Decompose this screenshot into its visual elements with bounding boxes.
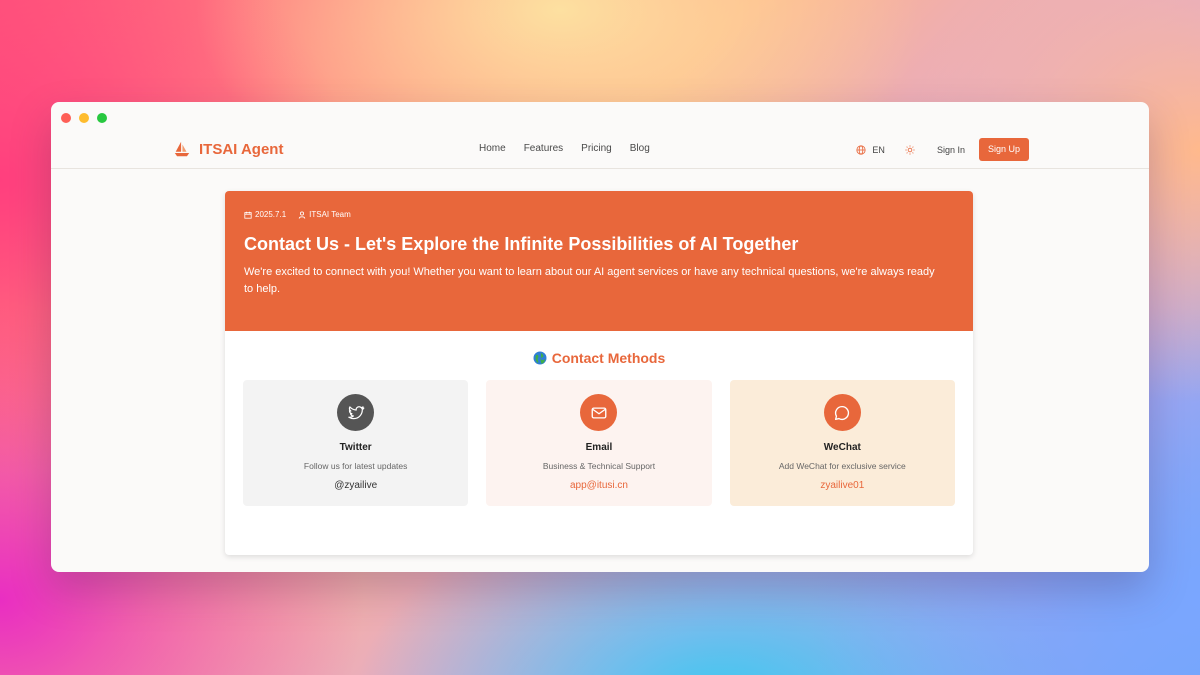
chat-bubble-icon (835, 405, 850, 420)
user-icon (298, 211, 306, 219)
twitter-description: Follow us for latest updates (303, 461, 408, 471)
language-switcher[interactable]: EN (856, 145, 885, 155)
brand-name: ITSAI Agent (199, 140, 284, 158)
language-label: EN (872, 144, 885, 155)
twitter-contact-card[interactable]: Twitter Follow us for latest updates @zy… (243, 380, 469, 506)
nav-pricing-link[interactable]: Pricing (581, 143, 612, 154)
browser-window: ITSAI Agent Home Features Pricing Blog E… (51, 102, 1149, 572)
hero-description: We're excited to connect with you! Wheth… (244, 266, 935, 295)
theme-toggle[interactable] (903, 143, 917, 157)
calendar-icon (244, 211, 252, 219)
twitter-bird-icon (347, 405, 365, 419)
post-author: ITSAI Team (298, 210, 351, 219)
nav-features-link[interactable]: Features (524, 143, 563, 154)
sun-icon (905, 144, 915, 155)
twitter-icon-badge (337, 394, 375, 431)
twitter-handle[interactable]: @zyailive (243, 480, 468, 491)
hero-banner: 2025.7.1 ITSAI Team Contact Us - Let's E… (225, 191, 973, 331)
email-contact-card[interactable]: Email Business & Technical Support app@i… (486, 380, 712, 506)
mail-icon (591, 406, 607, 419)
contact-methods-list: Twitter Follow us for latest updates @zy… (225, 380, 973, 506)
nav-blog-link[interactable]: Blog (630, 143, 650, 154)
twitter-label: Twitter (339, 442, 372, 453)
email-label: Email (585, 442, 613, 453)
email-address-link[interactable]: app@itusi.cn (486, 480, 711, 491)
post-date-text: 2025.7.1 (255, 210, 287, 219)
minimize-window-button[interactable] (79, 113, 89, 123)
nav-links: Home Features Pricing Blog (479, 143, 650, 154)
page-title: Contact Us - Let's Explore the Infinite … (244, 234, 799, 254)
nav-actions: EN Sign In Sign Up (856, 138, 1029, 161)
wechat-description: Add WeChat for exclusive service (778, 461, 906, 471)
sign-up-button[interactable]: Sign Up (978, 138, 1029, 161)
email-description: Business & Technical Support (542, 461, 656, 471)
earth-globe-icon (533, 351, 547, 365)
wechat-id[interactable]: zyailive01 (730, 480, 955, 491)
sailboat-icon (174, 141, 190, 157)
wechat-contact-card[interactable]: WeChat Add WeChat for exclusive service … (729, 380, 955, 506)
wechat-icon-badge (823, 394, 861, 431)
brand-link[interactable]: ITSAI Agent (173, 140, 283, 158)
top-navbar: ITSAI Agent Home Features Pricing Blog E… (51, 132, 1149, 169)
wechat-label: WeChat (823, 442, 861, 453)
close-window-button[interactable] (61, 113, 71, 123)
globe-icon (856, 144, 867, 155)
email-icon-badge (580, 394, 618, 431)
window-controls (61, 113, 107, 123)
maximize-window-button[interactable] (97, 113, 107, 123)
contact-methods-heading: Contact Methods (225, 350, 973, 366)
post-meta: 2025.7.1 ITSAI Team (244, 210, 954, 219)
contact-card: 2025.7.1 ITSAI Team Contact Us - Let's E… (225, 191, 973, 555)
contact-methods-title: Contact Methods (551, 350, 666, 366)
sign-in-link[interactable]: Sign In (937, 145, 965, 155)
post-author-text: ITSAI Team (309, 210, 351, 219)
nav-home-link[interactable]: Home (479, 143, 506, 154)
post-date: 2025.7.1 (244, 210, 286, 219)
